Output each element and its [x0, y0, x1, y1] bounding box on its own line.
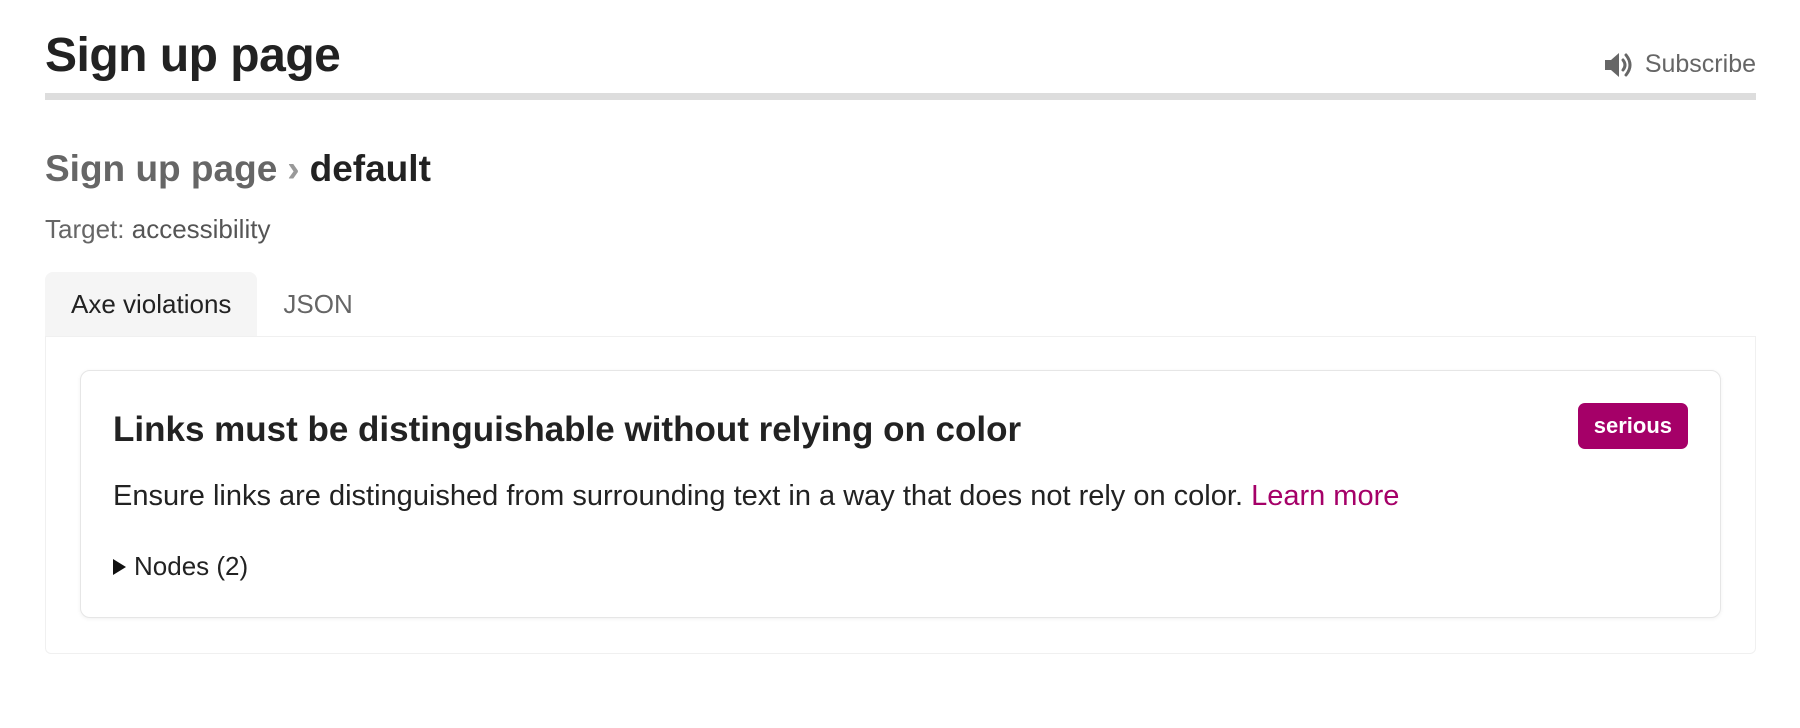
caret-right-icon: [113, 558, 126, 575]
tab-axe-violations[interactable]: Axe violations: [45, 272, 258, 336]
breadcrumb: Sign up page › default: [45, 150, 431, 187]
breadcrumb-current: default: [309, 148, 431, 189]
page-header: Sign up page Subscribe: [45, 28, 1756, 100]
violation-card: Links must be distinguishable without re…: [80, 370, 1721, 618]
page: Sign up page Subscribe Sign up page › de…: [0, 0, 1800, 728]
tab-bar: Axe violations JSON: [45, 272, 379, 336]
learn-more-link[interactable]: Learn more: [1251, 480, 1399, 512]
nodes-disclosure[interactable]: Nodes (2): [113, 551, 248, 582]
page-title: Sign up page: [45, 29, 341, 82]
severity-badge: serious: [1577, 403, 1688, 449]
target-label: Target:: [45, 214, 125, 244]
violation-description-text: Ensure links are distinguished from surr…: [113, 480, 1243, 512]
target-value: accessibility: [131, 214, 271, 244]
breadcrumb-parent-link[interactable]: Sign up page: [45, 150, 277, 187]
breadcrumb-separator: ›: [287, 148, 300, 189]
tab-json[interactable]: JSON: [257, 272, 378, 336]
subscribe-label: Subscribe: [1644, 50, 1756, 78]
subscribe-button[interactable]: Subscribe: [1603, 50, 1756, 79]
violation-description: Ensure links are distinguished from surr…: [113, 479, 1399, 514]
violation-title: Links must be distinguishable without re…: [113, 410, 1022, 449]
speaker-icon: [1603, 51, 1633, 79]
target-line: Target: accessibility: [45, 216, 270, 242]
nodes-label: Nodes (2): [134, 551, 249, 581]
